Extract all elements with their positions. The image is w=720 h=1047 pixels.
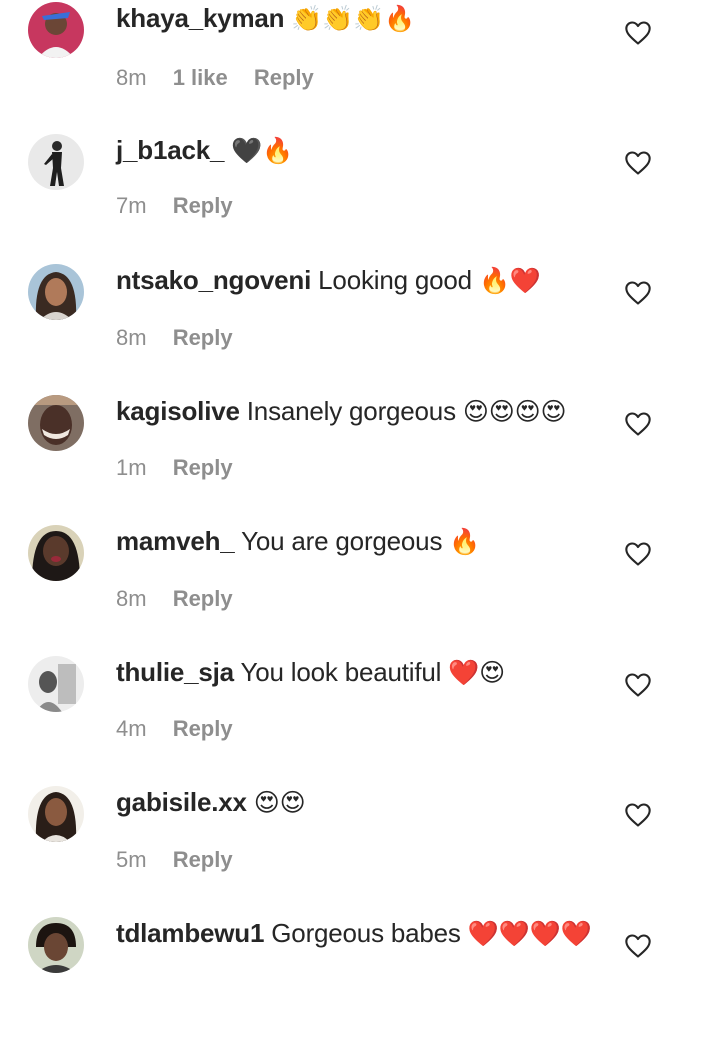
comment-username[interactable]: mamveh_: [116, 526, 235, 556]
like-heart-icon[interactable]: [624, 280, 652, 306]
avatar-image: [28, 264, 84, 320]
avatar[interactable]: [28, 917, 84, 973]
comment-emojis: 😍😍: [253, 788, 306, 817]
comment-meta: 8m Reply: [116, 324, 253, 352]
comment-item: gabisile.xx 😍😍 5m Reply: [0, 786, 720, 916]
comment-emojis: 🖤🔥: [231, 136, 294, 165]
reply-button[interactable]: Reply: [173, 455, 233, 480]
avatar-image: [28, 395, 84, 451]
avatar[interactable]: [28, 2, 84, 58]
comment-username[interactable]: j_b1ack_: [116, 135, 224, 165]
avatar[interactable]: [28, 395, 84, 451]
reply-button[interactable]: Reply: [173, 325, 233, 350]
reply-button[interactable]: Reply: [254, 65, 314, 90]
comment-message: Looking good: [318, 265, 472, 295]
comment-emojis: ❤️😍: [448, 658, 506, 687]
comment-text: mamveh_ You are gorgeous 🔥: [116, 525, 596, 558]
comment-meta: 1m Reply: [116, 454, 253, 482]
comment-item: tdlambewu1 Gorgeous babes ❤️❤️❤️❤️: [0, 917, 720, 1047]
comment-text: gabisile.xx 😍😍: [116, 786, 596, 819]
comment-meta: 7m Reply: [116, 192, 253, 220]
comment-item: j_b1ack_ 🖤🔥 7m Reply: [0, 134, 720, 264]
avatar-image: [28, 134, 84, 190]
comment-text: khaya_kyman 👏👏👏🔥: [116, 2, 596, 35]
reply-button[interactable]: Reply: [173, 847, 233, 872]
reply-button[interactable]: Reply: [173, 716, 233, 741]
comment-item: mamveh_ You are gorgeous 🔥 8m Reply: [0, 525, 720, 655]
comment-item: thulie_sja You look beautiful ❤️😍 4m Rep…: [0, 656, 720, 786]
comment-meta: 8m Reply: [116, 585, 253, 613]
avatar[interactable]: [28, 525, 84, 581]
avatar-image: [28, 656, 84, 712]
like-heart-icon[interactable]: [624, 541, 652, 567]
comment-time: 5m: [116, 847, 147, 872]
comment-text: kagisolive Insanely gorgeous 😍😍😍😍: [116, 395, 596, 428]
comment-message: Gorgeous babes: [271, 918, 461, 948]
comment-emojis: 🔥: [449, 527, 481, 556]
avatar-image: [28, 786, 84, 842]
comment-text: j_b1ack_ 🖤🔥: [116, 134, 596, 167]
comment-meta: 4m Reply: [116, 715, 253, 743]
comment-time: 7m: [116, 193, 147, 218]
comment-emojis: 😍😍😍😍: [462, 397, 567, 426]
avatar[interactable]: [28, 656, 84, 712]
comment-text: thulie_sja You look beautiful ❤️😍: [116, 656, 596, 689]
comment-message: You are gorgeous: [241, 526, 443, 556]
comment-time: 8m: [116, 65, 147, 90]
comment-time: 4m: [116, 716, 147, 741]
comment-meta: 8m 1 like Reply: [116, 64, 334, 92]
comment-time: 8m: [116, 325, 147, 350]
reply-button[interactable]: Reply: [173, 586, 233, 611]
comment-time: 1m: [116, 455, 147, 480]
comment-time: 8m: [116, 586, 147, 611]
avatar[interactable]: [28, 786, 84, 842]
avatar[interactable]: [28, 134, 84, 190]
like-heart-icon[interactable]: [624, 411, 652, 437]
comment-text: tdlambewu1 Gorgeous babes ❤️❤️❤️❤️: [116, 917, 596, 950]
avatar-image: [28, 2, 84, 58]
comment-message: You look beautiful: [240, 657, 442, 687]
comment-emojis: 👏👏👏🔥: [291, 4, 416, 33]
comment-item: kagisolive Insanely gorgeous 😍😍😍😍 1m Rep…: [0, 395, 720, 525]
like-heart-icon[interactable]: [624, 150, 652, 176]
like-heart-icon[interactable]: [624, 20, 652, 46]
comment-meta: 5m Reply: [116, 846, 253, 874]
like-heart-icon[interactable]: [624, 672, 652, 698]
comment-likes[interactable]: 1 like: [173, 65, 228, 90]
comment-username[interactable]: kagisolive: [116, 396, 240, 426]
comment-message: Insanely gorgeous: [246, 396, 456, 426]
comment-username[interactable]: khaya_kyman: [116, 3, 285, 33]
comment-username[interactable]: gabisile.xx: [116, 787, 247, 817]
like-heart-icon[interactable]: [624, 933, 652, 959]
comment-username[interactable]: ntsako_ngoveni: [116, 265, 311, 295]
comment-username[interactable]: tdlambewu1: [116, 918, 264, 948]
comment-emojis: 🔥❤️: [478, 266, 541, 295]
avatar[interactable]: [28, 264, 84, 320]
avatar-image: [28, 525, 84, 581]
comment-item: ntsako_ngoveni Looking good 🔥❤️ 8m Reply: [0, 264, 720, 394]
comment-text: ntsako_ngoveni Looking good 🔥❤️: [116, 264, 596, 297]
comment-item: khaya_kyman 👏👏👏🔥 8m 1 like Reply: [0, 2, 720, 132]
comment-username[interactable]: thulie_sja: [116, 657, 234, 687]
avatar-image: [28, 917, 84, 973]
comment-emojis: ❤️❤️❤️❤️: [467, 919, 592, 948]
reply-button[interactable]: Reply: [173, 193, 233, 218]
like-heart-icon[interactable]: [624, 802, 652, 828]
